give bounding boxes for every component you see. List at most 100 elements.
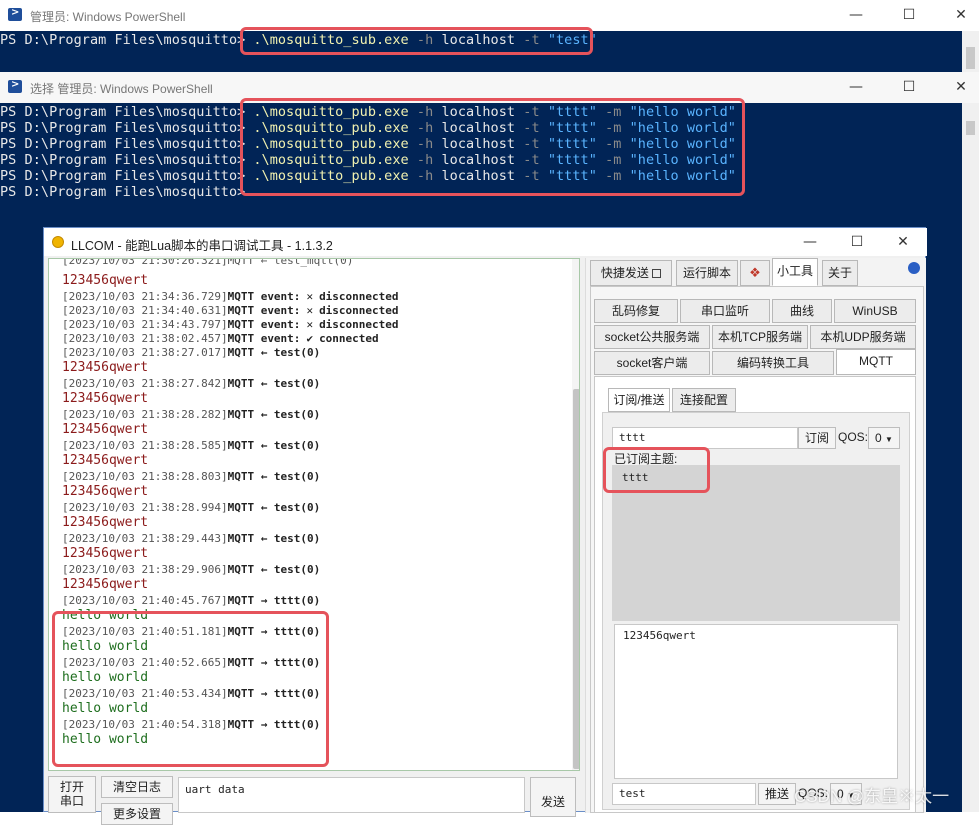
minimize-button[interactable]: — bbox=[796, 231, 824, 253]
log-event-line: [2023/10/03 21:34:36.729]MQTT event: ✕ dis… bbox=[62, 290, 399, 304]
ps-pub-prompt-line: PS D:\Program Files\mosquitto> bbox=[0, 184, 245, 200]
log-status: disconnected bbox=[319, 290, 399, 303]
powershell-icon: > bbox=[8, 79, 22, 93]
log-timestamp: [2023/10/03 21:38:27.842] bbox=[62, 377, 228, 390]
log-tag: MQTT ← test(0) bbox=[227, 439, 321, 452]
tab-local-tcp-server[interactable]: 本机TCP服务端 bbox=[712, 325, 808, 349]
log-pane[interactable]: [2023/10/03 21:30:26.321]MQTT ← test_mqt… bbox=[48, 258, 580, 771]
square-icon bbox=[652, 269, 662, 278]
publish-topic-input[interactable]: test bbox=[612, 783, 756, 805]
maximize-button[interactable]: ☐ bbox=[895, 76, 923, 98]
log-data-line: 123456qwert bbox=[62, 515, 149, 530]
log-tag: MQTT ← test(0) bbox=[227, 408, 321, 421]
tab-mqtt[interactable]: MQTT bbox=[836, 349, 916, 375]
log-tag: MQTT event: bbox=[227, 304, 301, 317]
llcom-title: LLCOM - 能跑Lua脚本的串口调试工具 - 1.1.3.2 bbox=[71, 239, 333, 253]
log-data-line: 123456qwert bbox=[62, 273, 149, 288]
scroll-thumb[interactable] bbox=[966, 121, 975, 135]
close-button[interactable]: ✕ bbox=[947, 76, 975, 98]
log-data-line: 123456qwert bbox=[62, 577, 149, 592]
highlight-box bbox=[240, 27, 593, 55]
send-button[interactable]: 发送 bbox=[530, 777, 576, 817]
maximize-button[interactable]: ☐ bbox=[843, 231, 871, 253]
log-timestamp: [2023/10/03 21:34:40.631] bbox=[62, 304, 228, 317]
log-timestamp-line: [2023/10/03 21:40:45.767]MQTT → tttt(0) bbox=[62, 594, 320, 608]
tab-socket-client[interactable]: socket客户端 bbox=[594, 351, 710, 375]
ps-prompt: PS D:\Program Files\mosquitto> bbox=[0, 104, 246, 120]
log-timestamp-line: [2023/10/03 21:38:29.443]MQTT ← test(0) bbox=[62, 532, 320, 546]
tab-quick-send[interactable]: 快捷发送 bbox=[590, 260, 672, 286]
log-event-line: [2023/10/03 21:38:02.457]MQTT event: ✔ con… bbox=[62, 332, 379, 346]
tab-local-udp-server[interactable]: 本机UDP服务端 bbox=[810, 325, 916, 349]
ps-sub-scrollbar[interactable] bbox=[962, 31, 979, 72]
minimize-button[interactable]: — bbox=[842, 76, 870, 98]
ps-prompt: PS D:\Program Files\mosquitto> bbox=[0, 184, 246, 200]
llcom-titlebar[interactable]: LLCOM - 能跑Lua脚本的串口调试工具 - 1.1.3.2 — ☐ ✕ bbox=[44, 228, 927, 256]
subscribe-button[interactable]: 订阅 bbox=[798, 427, 836, 449]
qos-select[interactable]: 0 ▼ bbox=[868, 427, 900, 449]
publish-button[interactable]: 推送 bbox=[758, 783, 796, 805]
ps-prompt: PS D:\Program Files\mosquitto> bbox=[0, 120, 246, 136]
tab-tools[interactable]: 小工具 bbox=[772, 258, 818, 286]
log-tag: MQTT ← test(0) bbox=[227, 501, 321, 514]
tab-socket-public-server[interactable]: socket公共服务端 bbox=[594, 325, 710, 349]
log-data-line: 123456qwert bbox=[62, 360, 149, 375]
log-scrollbar[interactable] bbox=[572, 259, 579, 770]
log-timestamp-line: [2023/10/03 21:38:28.282]MQTT ← test(0) bbox=[62, 408, 320, 422]
log-timestamp: [2023/10/03 21:38:28.282] bbox=[62, 408, 228, 421]
log-tag: MQTT ← test(0) bbox=[227, 470, 321, 483]
log-timestamp-line: [2023/10/03 21:38:29.906]MQTT ← test(0) bbox=[62, 563, 320, 577]
log-timestamp: [2023/10/03 21:38:29.443] bbox=[62, 532, 228, 545]
right-panel: 快捷发送 运行脚本 ❖ 小工具 关于 乱码修复 串口监听 曲线 WinUSB s… bbox=[585, 258, 926, 813]
ps-sub-title: 管理员: Windows PowerShell bbox=[30, 10, 186, 24]
clear-log-button[interactable]: 清空日志 bbox=[101, 776, 173, 798]
maximize-button[interactable]: ☐ bbox=[895, 4, 923, 26]
log-data-line: 123456qwert bbox=[62, 422, 149, 437]
log-timestamp: [2023/10/03 21:34:43.797] bbox=[62, 318, 228, 331]
tab-run-script[interactable]: 运行脚本 bbox=[676, 260, 738, 286]
log-timestamp: [2023/10/03 21:38:27.017] bbox=[62, 346, 228, 359]
highlight-box bbox=[603, 447, 710, 493]
ps-prompt: PS D:\Program Files\mosquitto> bbox=[0, 32, 246, 48]
open-port-button[interactable]: 打开 串口 bbox=[48, 776, 96, 813]
close-button[interactable]: ✕ bbox=[947, 4, 975, 26]
tab-curve[interactable]: 曲线 bbox=[772, 299, 832, 323]
log-data-line: 123456qwert bbox=[62, 453, 149, 468]
log-tag: MQTT event: bbox=[227, 290, 301, 303]
log-event-line: [2023/10/03 21:34:43.797]MQTT event: ✕ dis… bbox=[62, 318, 399, 332]
log-timestamp-line: [2023/10/03 21:38:28.585]MQTT ← test(0) bbox=[62, 439, 320, 453]
log-data-line: 123456qwert bbox=[62, 484, 149, 499]
tab-subscribe-publish[interactable]: 订阅/推送 bbox=[608, 388, 670, 412]
more-settings-button[interactable]: 更多设置 bbox=[101, 803, 173, 825]
subscribe-topic-input[interactable]: tttt bbox=[612, 427, 798, 449]
cluster-icon: ❖ bbox=[749, 265, 761, 280]
tab-about[interactable]: 关于 bbox=[822, 260, 858, 286]
powershell-icon: > bbox=[8, 7, 22, 21]
tab-garble-fix[interactable]: 乱码修复 bbox=[594, 299, 678, 323]
llcom-window: LLCOM - 能跑Lua脚本的串口调试工具 - 1.1.3.2 — ☐ ✕ [… bbox=[43, 227, 927, 825]
ps-sub-window: > 管理员: Windows PowerShell — ☐ ✕ PS D:\Pr… bbox=[0, 0, 979, 72]
log-tag: MQTT ← test(0) bbox=[227, 377, 321, 390]
ps-pub-title: 选择 管理员: Windows PowerShell bbox=[30, 82, 213, 96]
scroll-thumb[interactable] bbox=[966, 47, 975, 69]
log-tag: MQTT ← test(0) bbox=[227, 346, 321, 359]
log-data-line: 123456qwert bbox=[62, 546, 149, 561]
ps-pub-scrollbar[interactable] bbox=[962, 103, 979, 812]
payload-textarea[interactable]: 123456qwert bbox=[614, 624, 898, 779]
log-timestamp: [2023/10/03 21:34:36.729] bbox=[62, 290, 228, 303]
tab-connection-config[interactable]: 连接配置 bbox=[672, 388, 736, 412]
watermark: CSDN @东皇※太一 bbox=[794, 787, 950, 806]
scroll-thumb[interactable] bbox=[573, 389, 579, 769]
tab-encoding-tool[interactable]: 编码转换工具 bbox=[712, 351, 834, 375]
tab-winusb[interactable]: WinUSB bbox=[834, 299, 916, 323]
log-timestamp: [2023/10/03 21:38:29.906] bbox=[62, 563, 228, 576]
close-button[interactable]: ✕ bbox=[889, 231, 917, 253]
log-timestamp-line: [2023/10/03 21:38:28.994]MQTT ← test(0) bbox=[62, 501, 320, 515]
tab-plugins[interactable]: ❖ bbox=[740, 260, 770, 286]
log-timestamp: [2023/10/03 21:38:28.585] bbox=[62, 439, 228, 452]
log-tag: MQTT event: bbox=[227, 332, 301, 345]
tab-serial-monitor[interactable]: 串口监听 bbox=[680, 299, 770, 323]
uart-data-input[interactable]: uart data bbox=[178, 777, 525, 813]
globe-icon[interactable] bbox=[908, 262, 920, 274]
minimize-button[interactable]: — bbox=[842, 4, 870, 26]
